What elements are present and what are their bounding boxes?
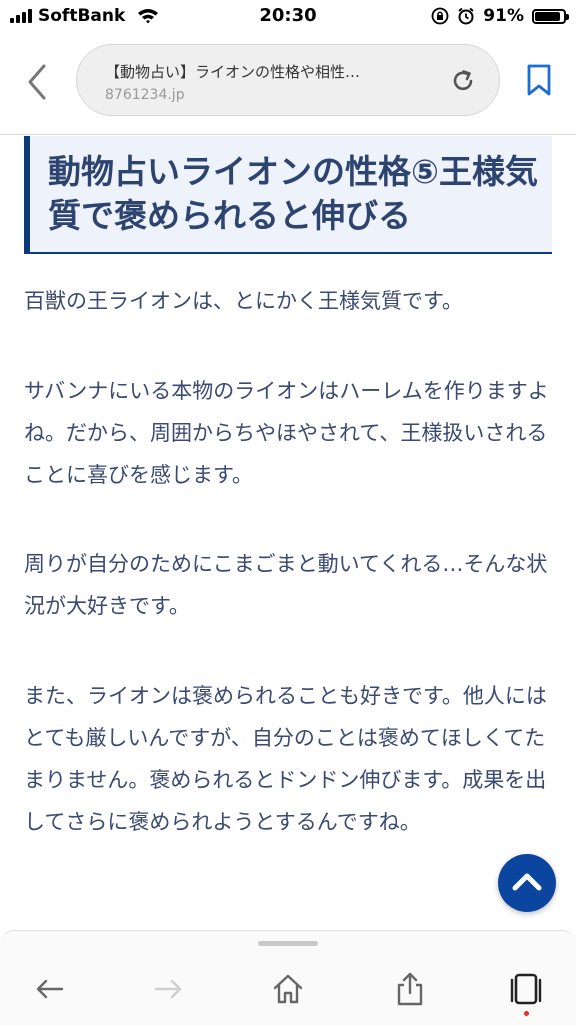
paragraph-2: サバンナにいる本物のライオンはハーレムを作りますよね。だから、周囲からちやほやさ… — [24, 379, 549, 487]
status-bar: SoftBank 20:30 91% — [0, 0, 576, 34]
tabs-icon — [510, 973, 542, 1005]
bookmark-icon[interactable] — [526, 64, 552, 96]
nav-forward-button[interactable] — [150, 971, 186, 1007]
article-heading-box: 動物占いライオンの性格⑤王様気質で褒められると伸びる — [24, 136, 552, 254]
battery-percent: 91% — [483, 6, 524, 26]
status-right: 91% — [431, 6, 569, 26]
browser-toolbar: 【動物占い】ライオンの性格や相性… 8761234.jp — [0, 34, 576, 135]
chevron-up-icon — [512, 873, 542, 891]
arrow-left-icon — [36, 979, 64, 999]
tabs-button[interactable] — [508, 971, 544, 1007]
battery-icon — [532, 8, 569, 24]
reload-icon[interactable] — [449, 67, 477, 95]
bottom-toolbar — [0, 930, 576, 1025]
paragraph-3: 周りが自分のためにこまごまと動いてくれる…そんな状況が大好きです。 — [24, 552, 548, 618]
home-button[interactable] — [270, 971, 306, 1007]
nav-back-button[interactable] — [32, 971, 68, 1007]
page-domain: 8761234.jp — [105, 87, 185, 103]
arrow-right-icon — [154, 979, 182, 999]
tab-notification-dot — [524, 1011, 529, 1016]
page-title: 【動物占い】ライオンの性格や相性… — [105, 63, 361, 81]
address-bar[interactable]: 【動物占い】ライオンの性格や相性… 8761234.jp — [76, 44, 500, 116]
home-icon — [273, 974, 303, 1004]
drag-handle[interactable] — [258, 941, 318, 946]
alarm-icon — [458, 7, 474, 25]
share-icon — [397, 972, 423, 1006]
paragraph-1: 百獣の王ライオンは、とにかく王様気質です。 — [24, 289, 463, 313]
orientation-lock-icon — [431, 7, 449, 25]
paragraph-4: また、ライオンは褒められることも好きです。他人にはとても厳しいんですが、自分のこ… — [24, 684, 547, 834]
scroll-top-button[interactable] — [498, 854, 556, 912]
share-button[interactable] — [392, 971, 428, 1007]
chevron-left-icon[interactable] — [22, 62, 52, 102]
article-heading: 動物占いライオンの性格⑤王様気質で褒められると伸びる — [48, 152, 538, 235]
